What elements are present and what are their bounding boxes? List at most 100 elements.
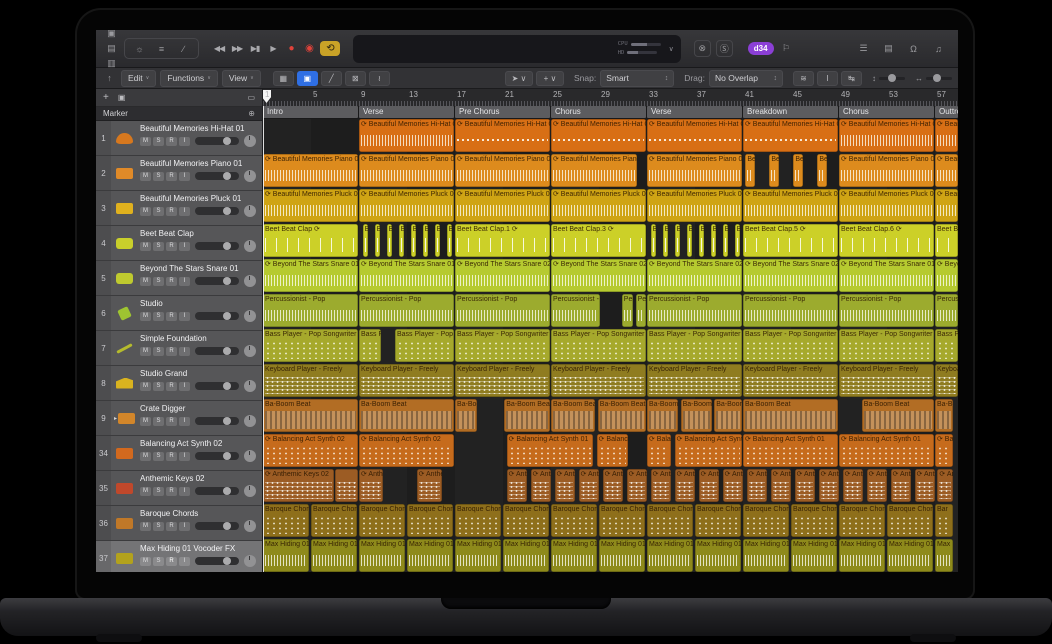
region[interactable]: B <box>723 224 728 257</box>
region[interactable]: ⟳ Balancing Act Synth 02 <box>359 434 454 467</box>
region[interactable]: B <box>687 224 692 257</box>
region[interactable]: Percussionist - P <box>551 294 600 327</box>
region[interactable]: ⟳ Anthe <box>579 469 599 502</box>
track-i-button[interactable]: I <box>179 172 190 181</box>
marker-global-track[interactable]: Marker ⊕ <box>96 107 262 121</box>
region[interactable]: B <box>411 224 416 257</box>
region[interactable]: ⟳ Anthe <box>747 469 767 502</box>
region[interactable]: ⟳ Ba <box>935 434 953 467</box>
region[interactable]: Bass Player - Pop Songwriter <box>551 329 646 362</box>
region[interactable]: Percussionist - Pop <box>839 294 934 327</box>
region[interactable]: Percussionist - Pop <box>359 294 454 327</box>
region[interactable]: Ba-Boo <box>455 399 477 432</box>
region[interactable]: Baroque Chords <box>599 504 645 537</box>
pan-knob[interactable] <box>244 240 256 252</box>
region[interactable]: ⟳ Beautiful Memories Piano 01.1 <box>359 154 454 187</box>
region[interactable]: Max Hiding 01 V <box>551 539 597 572</box>
count-in-button[interactable]: ⊗ <box>694 40 711 57</box>
menu-functions[interactable]: Functions∨ <box>160 70 218 87</box>
menu-view[interactable]: View∨ <box>222 70 261 87</box>
region[interactable]: ⟳ Balancing Act Synth 01 <box>839 434 934 467</box>
region[interactable]: Ba-Boom Beat <box>681 399 712 432</box>
arrangement-marker[interactable]: Pre Chorus <box>455 106 550 118</box>
region-view-button[interactable]: ▣ <box>297 71 318 86</box>
pointer-tool[interactable]: ➤ ∨ <box>505 71 533 86</box>
region[interactable]: ⟳ Anthe <box>507 469 527 502</box>
region[interactable]: Max Hiding 01 V <box>887 539 933 572</box>
region[interactable]: Baroque Chords <box>311 504 357 537</box>
region[interactable]: Percus <box>622 294 633 327</box>
region[interactable]: ⟳ Beautiful Memories Hi-Hat 03.2 <box>839 119 934 152</box>
share-icon[interactable]: ⚐ <box>779 41 794 56</box>
pan-knob[interactable] <box>244 135 256 147</box>
region[interactable]: ⟳ Beyond The Stars Snare 02.1 <box>551 259 646 292</box>
region[interactable]: Bass Player - Pop Songwriter <box>647 329 742 362</box>
region[interactable]: ⟳ Beyond The Stars Snare 02.2 <box>647 259 742 292</box>
track-i-button[interactable]: I <box>179 137 190 146</box>
track-r-button[interactable]: R <box>166 452 177 461</box>
stop-button[interactable]: ▶▮ <box>248 42 262 56</box>
pan-knob[interactable] <box>244 520 256 532</box>
region[interactable]: ⟳ Anthe <box>555 469 575 502</box>
region[interactable]: Percussionist - Pop <box>263 294 358 327</box>
arrangement-marker-row[interactable]: IntroVersePre ChorusChorusVerseBreakdown… <box>263 106 958 120</box>
track-s-button[interactable]: S <box>153 172 164 181</box>
region[interactable]: Beet Beat Clap.1 ⟳ <box>455 224 550 257</box>
arrangement-marker[interactable]: Verse <box>359 106 454 118</box>
automation-button[interactable]: ╱ <box>321 71 342 86</box>
region[interactable]: Baroque Chords <box>695 504 741 537</box>
track-i-button[interactable]: I <box>179 347 190 356</box>
region[interactable]: ⟳ Anthemic Keys 02 <box>263 469 334 502</box>
marker-add-icon[interactable]: ⊕ <box>248 109 255 118</box>
volume-slider[interactable] <box>195 242 239 250</box>
volume-slider[interactable] <box>195 137 239 145</box>
region[interactable]: Keyboard Player - Freely <box>743 364 838 397</box>
region[interactable]: Keyboard Player - Freely <box>455 364 550 397</box>
track-s-button[interactable]: S <box>153 557 164 566</box>
volume-knob[interactable] <box>223 347 231 355</box>
region[interactable]: ⟳ Beyond The Stars Snare 01.1 <box>359 259 454 292</box>
region[interactable]: Max Hiding 01 V <box>455 539 501 572</box>
region[interactable]: Ba-Boom Beat <box>743 399 838 432</box>
volume-slider[interactable] <box>195 207 239 215</box>
rewind-button[interactable]: ◀◀ <box>212 42 226 56</box>
tracks-arrange-area[interactable]: 159131721252933374145495357 IntroVersePr… <box>263 89 958 572</box>
track-r-button[interactable]: R <box>166 242 177 251</box>
vertical-zoom-slider[interactable]: ↕ <box>872 74 905 83</box>
region[interactable]: Baroque Chords <box>503 504 549 537</box>
track-m-button[interactable]: M <box>140 522 151 531</box>
track-s-button[interactable]: S <box>153 452 164 461</box>
waveform-zoom-icon[interactable]: ≋ <box>793 71 814 86</box>
pan-knob[interactable] <box>244 170 256 182</box>
arrangement-marker[interactable]: Breakdown <box>743 106 838 118</box>
region[interactable]: ⟳ Beautiful Memories Hi-Hat 0 <box>455 119 550 152</box>
track-header-4[interactable]: 4Beet Beat ClapMSRI <box>96 226 262 261</box>
pan-knob[interactable] <box>244 275 256 287</box>
region[interactable]: Percussionist - Pop <box>455 294 550 327</box>
region[interactable]: Keyboard Player - Freely <box>839 364 934 397</box>
track-r-button[interactable]: R <box>166 312 177 321</box>
region[interactable]: Percussionist - Pop <box>647 294 742 327</box>
bar-ruler[interactable]: 159131721252933374145495357 <box>263 89 958 107</box>
region[interactable]: ⟳ Beyond The Stars Snare 02 <box>455 259 550 292</box>
region[interactable]: Bass Player - Pop So <box>395 329 454 362</box>
track-i-button[interactable]: I <box>179 277 190 286</box>
region[interactable]: Percus <box>935 294 958 327</box>
volume-knob[interactable] <box>223 487 231 495</box>
track-header-34[interactable]: 34Balancing Act Synth 02MSRI <box>96 436 262 471</box>
region[interactable]: ⟳ Anthe <box>531 469 551 502</box>
region[interactable]: Beet Be <box>935 224 958 257</box>
region[interactable]: ⟳ Beautiful Memories Hi-Hat 02.2 <box>647 119 742 152</box>
region[interactable]: B <box>711 224 716 257</box>
arrangement-marker[interactable]: Outtro <box>935 106 958 118</box>
region[interactable]: Max Hiding 01 V <box>743 539 789 572</box>
metronome-button[interactable]: Ⓢ <box>716 40 733 57</box>
region[interactable]: B <box>435 224 440 257</box>
region[interactable]: Ba-B <box>935 399 953 432</box>
media-browser-icon[interactable]: ♫ <box>931 41 946 56</box>
region[interactable]: ⟳ Balancing Act Synth 02 <box>263 434 358 467</box>
region[interactable]: ⟳ Beyon <box>935 259 958 292</box>
volume-slider[interactable] <box>195 557 239 565</box>
track-header-3[interactable]: 3Beautiful Memories Pluck 01MSRI <box>96 191 262 226</box>
region[interactable]: B <box>375 224 380 257</box>
